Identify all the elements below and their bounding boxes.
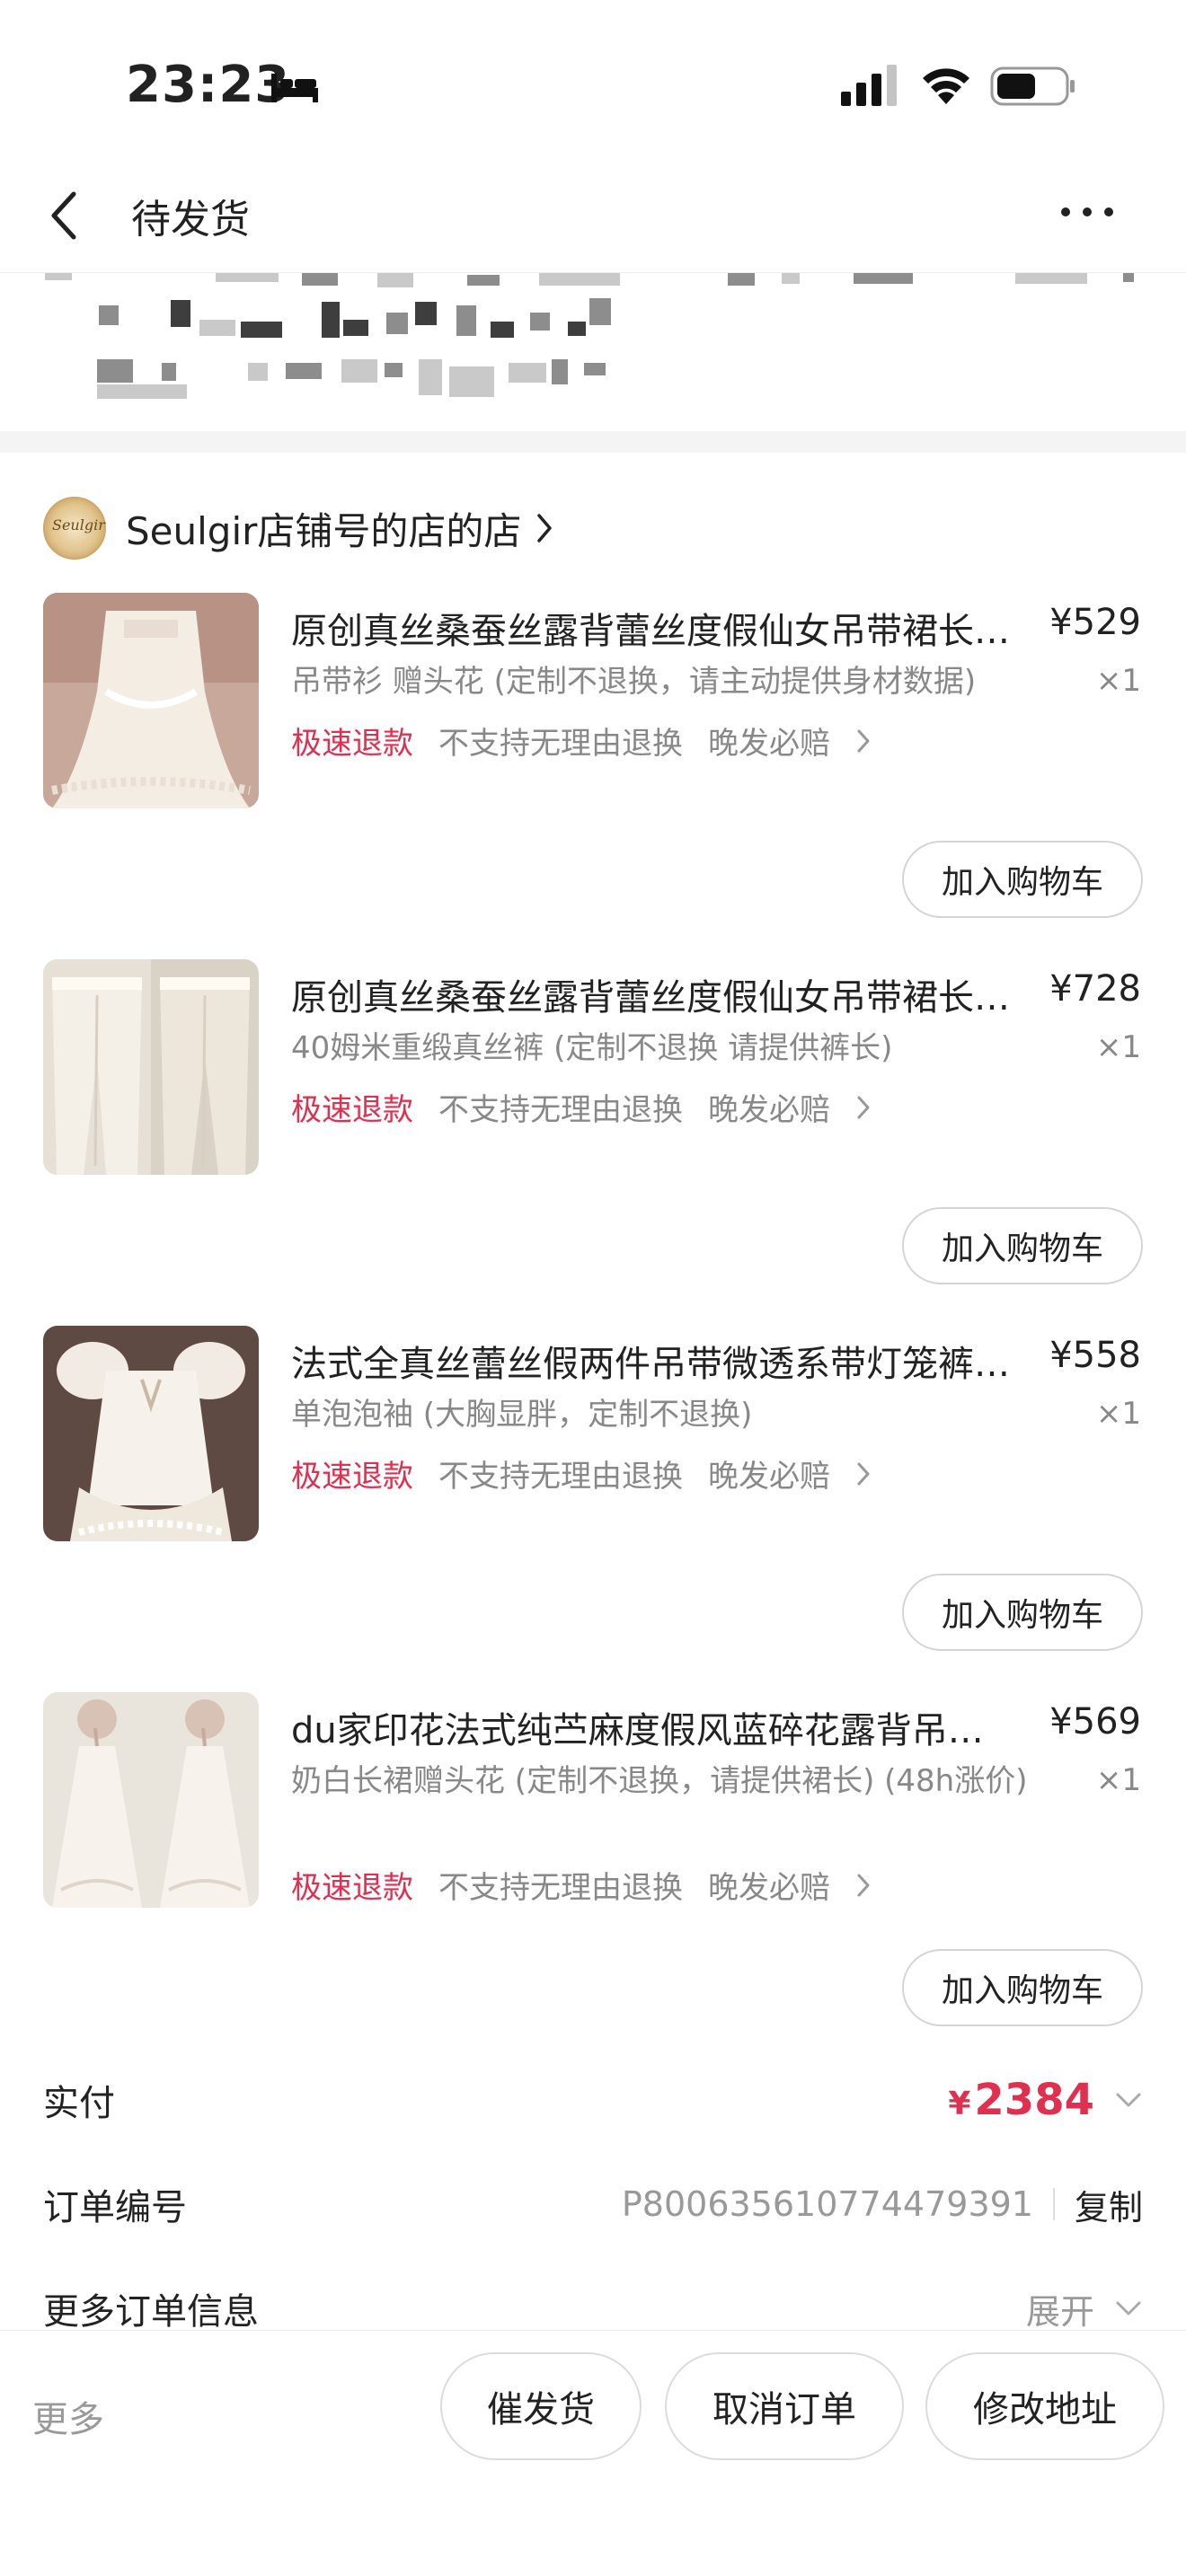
product-image[interactable]	[43, 959, 259, 1175]
product-image[interactable]	[43, 1692, 259, 1908]
paid-amount-row[interactable]: 实付 ¥2384	[43, 2064, 1143, 2136]
store-name: Seulgir店铺号的店的店	[126, 508, 522, 553]
cancel-order-button[interactable]: 取消订单	[665, 2352, 904, 2460]
order-number: P800635610774479391	[621, 2184, 1033, 2224]
more-order-info-label: 更多订单信息	[43, 2291, 259, 2333]
product-spec: 奶白长裙赠头花 (定制不退换，请提供裙长) (48h涨价)	[291, 1763, 1028, 1799]
paid-amount: ¥2384	[948, 2075, 1094, 2125]
late-delivery-tag: 晚发必赔	[708, 726, 830, 762]
product-item[interactable]: 原创真丝桑蚕丝露背蕾丝度假仙女吊带裙长… ¥529 吊带衫 赠头花 (定制不退换…	[0, 593, 1186, 959]
sleep-focus-icon	[271, 74, 318, 102]
product-qty: ×1	[1095, 1762, 1141, 1798]
divider	[1052, 2188, 1055, 2220]
chevron-right-icon	[857, 729, 870, 752]
order-number-label: 订单编号	[43, 2187, 187, 2228]
product-price: ¥569	[1049, 1701, 1141, 1742]
add-to-cart-button[interactable]: 加入购物车	[902, 841, 1143, 918]
product-price: ¥558	[1049, 1335, 1141, 1376]
no-reason-return-tag: 不支持无理由退换	[438, 1092, 683, 1128]
add-to-cart-button[interactable]: 加入购物车	[902, 1574, 1143, 1651]
shipping-address-blurred[interactable]	[0, 273, 1186, 431]
product-spec: 40姆米重缎真丝裤 (定制不退换 请提供裤长)	[291, 1030, 893, 1066]
paid-label: 实付	[43, 2083, 115, 2124]
product-item[interactable]: du家印花法式纯苎麻度假风蓝碎花露背吊… ¥569 奶白长裙赠头花 (定制不退换…	[0, 1692, 1186, 2059]
product-title: 原创真丝桑蚕丝露背蕾丝度假仙女吊带裙长…	[291, 611, 1010, 652]
status-time: 23:23	[126, 56, 291, 114]
fast-refund-tag: 极速退款	[291, 726, 413, 762]
more-options-icon[interactable]	[1058, 194, 1116, 230]
product-qty: ×1	[1095, 663, 1141, 699]
no-reason-return-tag: 不支持无理由退换	[438, 726, 683, 762]
no-reason-return-tag: 不支持无理由退换	[438, 1870, 683, 1906]
chevron-down-icon	[1116, 2301, 1141, 2316]
product-image[interactable]	[43, 1326, 259, 1541]
service-tags[interactable]: 极速退款 不支持无理由退换 晚发必赔	[291, 1085, 872, 1129]
product-title: 原创真丝桑蚕丝露背蕾丝度假仙女吊带裙长…	[291, 977, 1010, 1019]
battery-icon	[990, 66, 1075, 106]
status-bar: 23:23	[0, 0, 1186, 162]
copy-button[interactable]: 复制	[1075, 2180, 1143, 2229]
fast-refund-tag: 极速退款	[291, 1870, 413, 1906]
add-to-cart-button[interactable]: 加入购物车	[902, 1949, 1143, 2026]
store-logo: Seulgir	[43, 497, 106, 560]
nav-bar: 待发货	[0, 162, 1186, 273]
product-title: du家印花法式纯苎麻度假风蓝碎花露背吊…	[291, 1710, 984, 1751]
product-item[interactable]: 法式全真丝蕾丝假两件吊带微透系带灯笼裤… ¥558 单泡泡袖 (大胸显胖，定制不…	[0, 1326, 1186, 1692]
chevron-down-icon[interactable]	[1114, 2091, 1143, 2109]
store-header[interactable]: Seulgir Seulgir店铺号的店的店	[43, 496, 553, 560]
change-address-button[interactable]: 修改地址	[925, 2352, 1164, 2460]
cellular-signal-icon	[841, 65, 897, 106]
chevron-right-icon	[857, 1462, 870, 1485]
product-price: ¥728	[1049, 968, 1141, 1010]
product-qty: ×1	[1095, 1029, 1141, 1065]
wifi-icon	[923, 68, 969, 104]
chevron-right-icon	[537, 514, 553, 543]
no-reason-return-tag: 不支持无理由退换	[438, 1459, 683, 1495]
expand-button[interactable]: 展开	[1026, 2284, 1094, 2333]
service-tags[interactable]: 极速退款 不支持无理由退换 晚发必赔	[291, 1451, 872, 1495]
product-spec: 单泡泡袖 (大胸显胖，定制不退换)	[291, 1397, 753, 1433]
service-tags[interactable]: 极速退款 不支持无理由退换 晚发必赔	[291, 1863, 872, 1907]
fast-refund-tag: 极速退款	[291, 1459, 413, 1495]
product-qty: ×1	[1095, 1396, 1141, 1432]
chevron-right-icon	[857, 1874, 870, 1896]
product-item[interactable]: 原创真丝桑蚕丝露背蕾丝度假仙女吊带裙长… ¥728 40姆米重缎真丝裤 (定制不…	[0, 959, 1186, 1326]
product-price: ¥529	[1049, 602, 1141, 643]
product-spec: 吊带衫 赠头花 (定制不退换，请主动提供身材数据)	[291, 664, 977, 700]
section-divider	[0, 431, 1186, 453]
chevron-right-icon	[857, 1096, 870, 1118]
service-tags[interactable]: 极速退款 不支持无理由退换 晚发必赔	[291, 719, 872, 763]
order-detail-page: 23:23 待发货 Seulgir Seulgir店铺号的店的店 原创真丝桑蚕丝…	[0, 0, 1186, 2576]
more-button[interactable]: 更多	[32, 2390, 104, 2442]
urge-shipping-button[interactable]: 催发货	[440, 2352, 642, 2460]
product-image[interactable]	[43, 593, 259, 808]
fast-refund-tag: 极速退款	[291, 1092, 413, 1128]
back-arrow-icon[interactable]	[43, 187, 86, 244]
add-to-cart-button[interactable]: 加入购物车	[902, 1207, 1143, 1284]
order-number-row: 订单编号 P800635610774479391 复制	[43, 2168, 1143, 2240]
late-delivery-tag: 晚发必赔	[708, 1459, 830, 1495]
late-delivery-tag: 晚发必赔	[708, 1870, 830, 1906]
product-title: 法式全真丝蕾丝假两件吊带微透系带灯笼裤…	[291, 1344, 1010, 1385]
page-title: 待发货	[131, 197, 250, 243]
bottom-action-bar: 更多 催发货 取消订单 修改地址	[0, 2330, 1186, 2576]
late-delivery-tag: 晚发必赔	[708, 1092, 830, 1128]
